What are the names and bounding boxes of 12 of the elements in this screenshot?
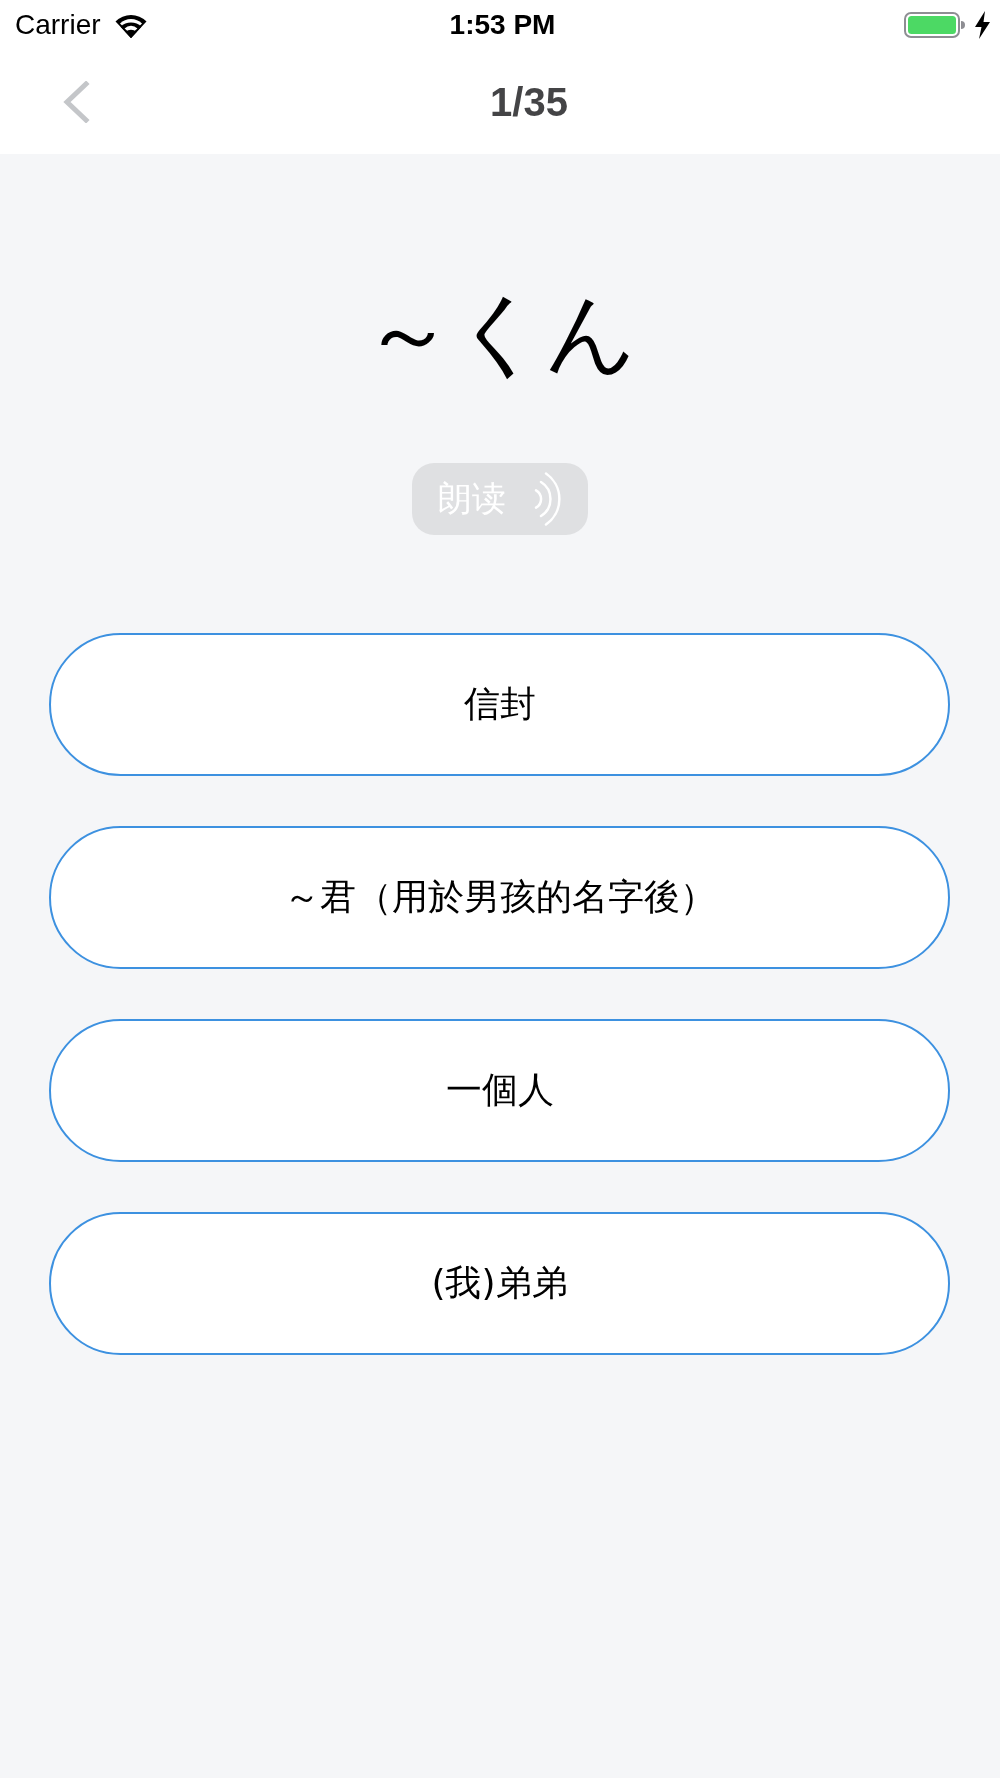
wifi-icon xyxy=(114,12,147,38)
answer-option-button[interactable]: 一個人 xyxy=(49,1018,950,1162)
answer-option-button[interactable]: 信封 xyxy=(49,632,950,776)
carrier-label: Carrier xyxy=(15,9,101,41)
status-time: 1:53 PM xyxy=(449,9,556,41)
vocabulary-word: ～くん xyxy=(362,286,637,381)
answer-option-button[interactable]: ～君（用於男孩的名字後） xyxy=(49,825,950,969)
back-chevron-icon xyxy=(62,81,90,123)
battery-icon xyxy=(904,12,965,38)
charging-bolt-icon xyxy=(975,11,990,39)
answer-option-button[interactable]: (我)弟弟 xyxy=(49,1211,950,1355)
progress-title: 1/35 xyxy=(490,79,568,125)
